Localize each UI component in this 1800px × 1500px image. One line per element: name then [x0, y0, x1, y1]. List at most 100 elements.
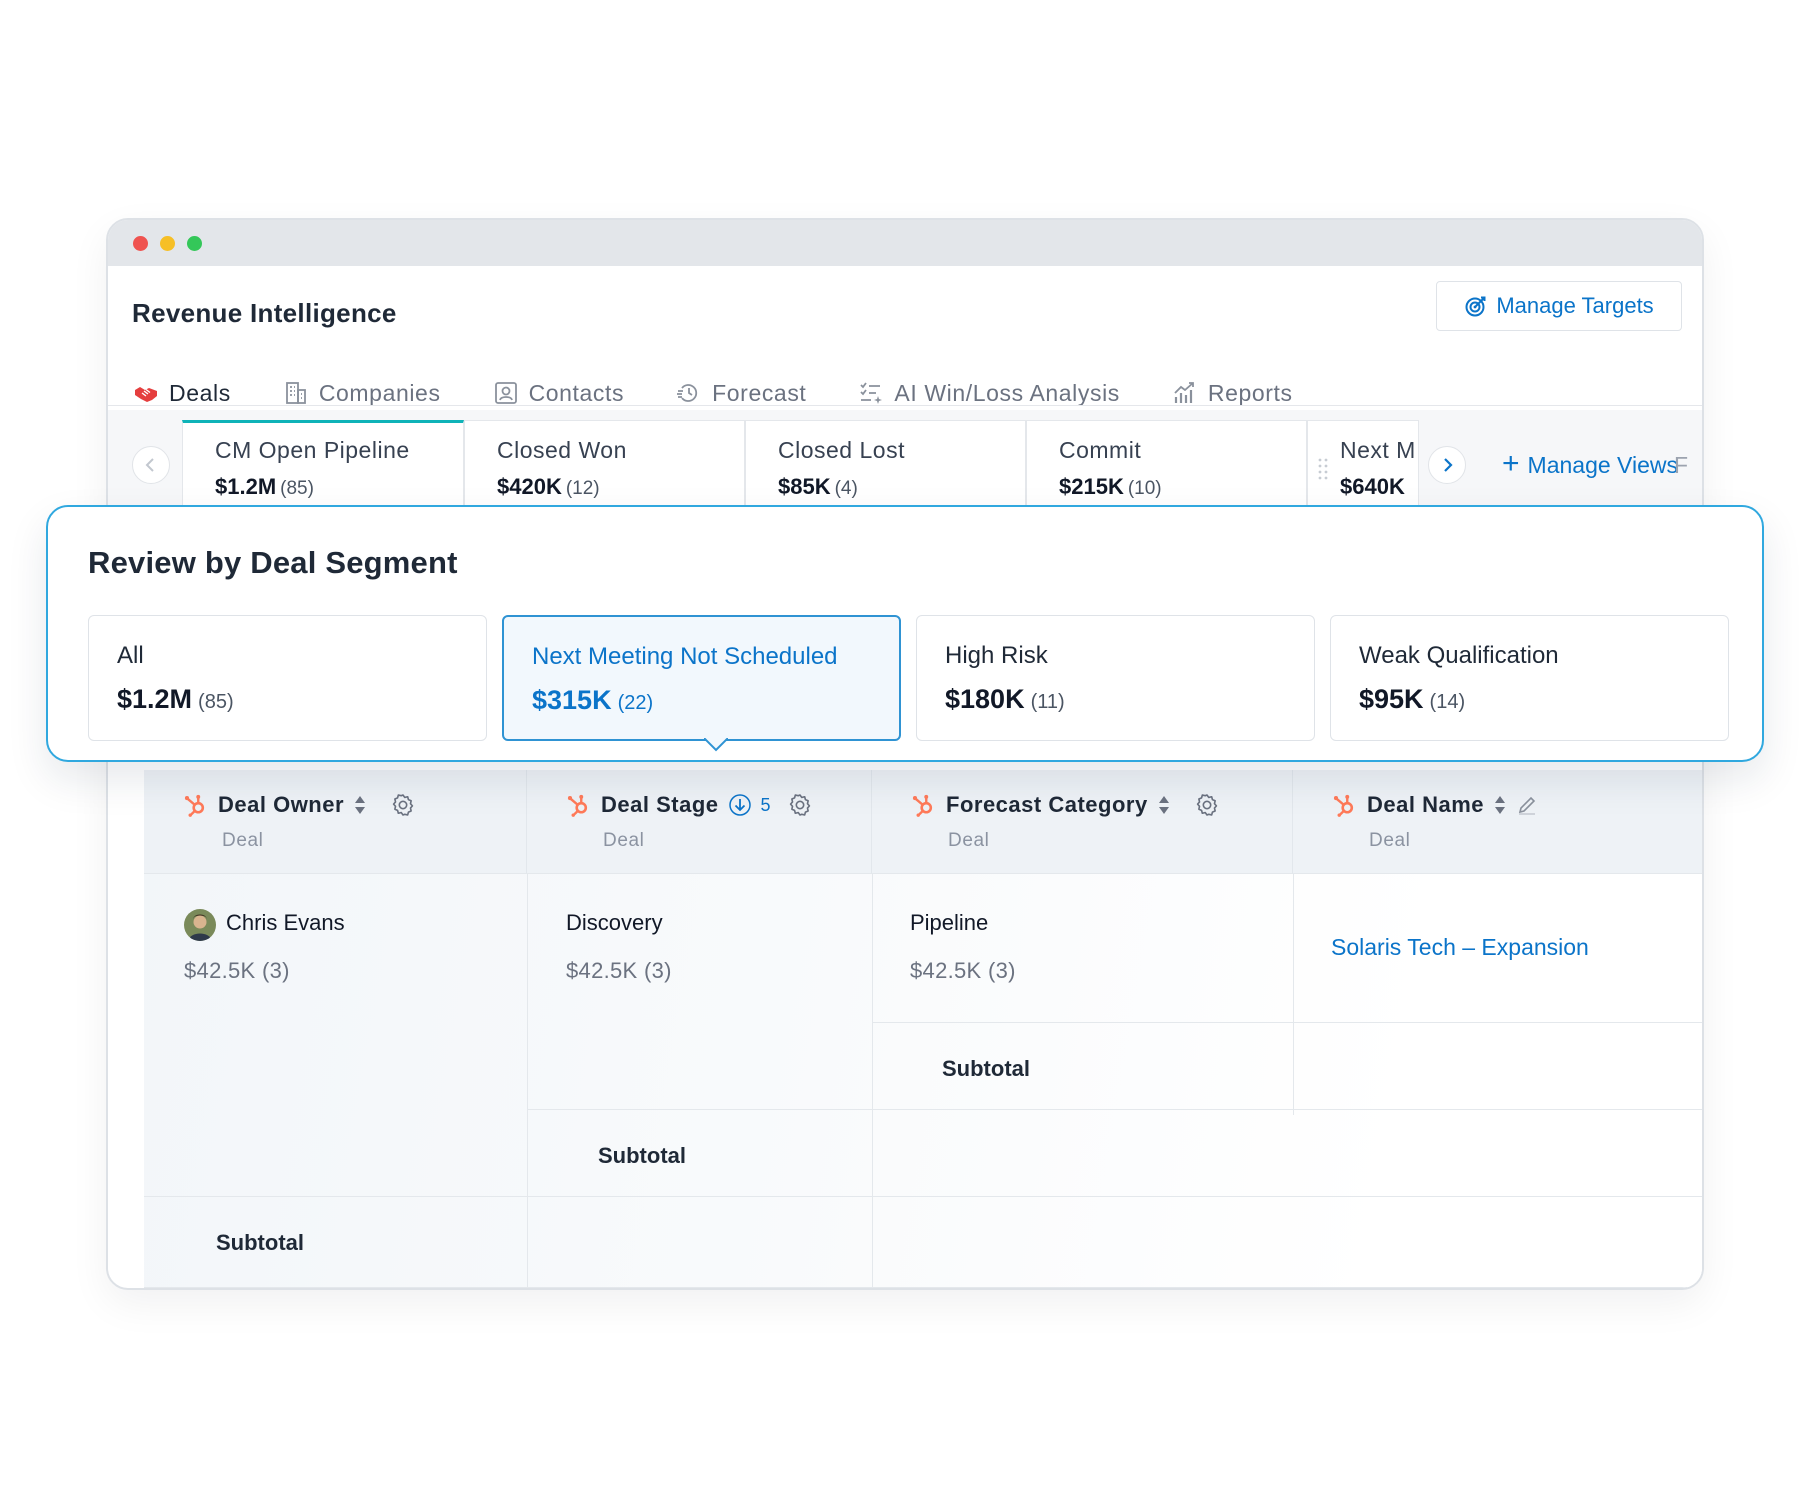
- column-divider: [527, 874, 528, 1288]
- gear-icon[interactable]: [787, 792, 813, 818]
- view-name: Closed Lost: [778, 437, 905, 463]
- segment-count: (11): [1030, 691, 1065, 713]
- view-count: (12): [565, 478, 600, 499]
- column-subtitle: Deal: [603, 830, 645, 851]
- tab-label: AI Win/Loss Analysis: [894, 379, 1120, 406]
- view-name: CM Open Pipeline: [215, 437, 410, 463]
- minimize-window-icon[interactable]: [160, 236, 175, 251]
- segment-name: Weak Qualification: [1359, 642, 1559, 669]
- views-prev-button[interactable]: [132, 446, 170, 484]
- view-count: (4): [834, 478, 858, 499]
- sort-descending-icon[interactable]: [728, 793, 751, 817]
- hubspot-icon: [182, 792, 208, 818]
- hubspot-icon: [565, 792, 591, 818]
- segment-panel-title: Review by Deal Segment: [88, 545, 458, 580]
- column-title: Deal Stage: [601, 792, 719, 817]
- subtotal-label: Subtotal: [942, 1056, 1030, 1081]
- deal-name-link[interactable]: Solaris Tech – Expansion: [1331, 934, 1589, 961]
- column-subtitle: Deal: [222, 830, 264, 851]
- row-divider: [527, 1109, 1702, 1110]
- page-title: Revenue Intelligence: [132, 298, 397, 328]
- avatar: [184, 909, 216, 941]
- view-value: $85K: [778, 474, 831, 499]
- chevron-left-icon: [145, 458, 154, 472]
- segment-count: (85): [198, 691, 234, 713]
- view-value: $215K: [1059, 474, 1124, 499]
- overflow-truncated-text: F: [1674, 452, 1689, 478]
- ai-list-icon: [860, 382, 883, 404]
- column-title: Deal Owner: [218, 792, 345, 817]
- segment-count: (14): [1429, 691, 1466, 713]
- sort-priority-badge: 5: [760, 794, 771, 815]
- segment-card-next-meeting-not-scheduled[interactable]: Next Meeting Not Scheduled $315K (22): [502, 615, 901, 752]
- view-name: Closed Won: [497, 437, 627, 463]
- drag-handle-icon[interactable]: [1317, 456, 1329, 480]
- segment-value: $95K: [1359, 684, 1424, 714]
- segment-card-all[interactable]: All $1.2M (85): [88, 615, 487, 741]
- segment-name: All: [117, 642, 144, 669]
- sort-icon[interactable]: [1158, 795, 1170, 815]
- column-header-forecast-category[interactable]: Forecast Category Deal: [872, 770, 1293, 874]
- segment-card-high-risk[interactable]: High Risk $180K (11): [916, 615, 1315, 741]
- view-name: Commit: [1059, 437, 1142, 463]
- manage-views-button[interactable]: + Manage Views: [1502, 447, 1678, 480]
- chevron-right-icon: [1444, 458, 1453, 472]
- column-header-deal-owner[interactable]: Deal Owner Deal: [144, 770, 527, 874]
- column-divider: [872, 874, 873, 1288]
- row-divider: [872, 1022, 1702, 1023]
- view-value: $420K: [497, 474, 562, 499]
- target-icon: [1465, 296, 1486, 317]
- segment-card-weak-qualification[interactable]: Weak Qualification $95K (14): [1330, 615, 1729, 741]
- tabs-divider: [108, 405, 1702, 406]
- hubspot-icon: [910, 792, 936, 818]
- column-title: Deal Name: [1367, 792, 1485, 817]
- view-value: $1.2M: [215, 474, 277, 499]
- column-header-deal-stage[interactable]: Deal Stage 5 Deal: [527, 770, 872, 874]
- subtotal-label: Subtotal: [598, 1143, 686, 1168]
- hubspot-icon: [1331, 792, 1357, 818]
- forecast-category-name[interactable]: Pipeline: [910, 910, 988, 936]
- deal-stage-summary: $42.5K (3): [566, 958, 672, 983]
- deal-owner-summary: $42.5K (3): [184, 958, 290, 983]
- manage-targets-label: Manage Targets: [1496, 293, 1654, 318]
- plus-icon: +: [1502, 447, 1520, 480]
- forecast-history-icon: [677, 384, 698, 402]
- row-divider: [144, 1196, 1702, 1197]
- sort-icon[interactable]: [1494, 795, 1506, 815]
- close-window-icon[interactable]: [133, 236, 148, 251]
- segment-name: High Risk: [945, 642, 1048, 669]
- tab-label: Reports: [1207, 379, 1293, 406]
- tab-label: Companies: [318, 379, 441, 406]
- segment-count: (22): [617, 692, 654, 714]
- pivot-table: Deal Owner Deal Deal Stage 5 Deal Foreca…: [144, 770, 1702, 1288]
- view-value: $640K: [1340, 474, 1405, 499]
- tab-label: Deals: [169, 379, 231, 406]
- view-name: Next M: [1340, 437, 1416, 463]
- tab-label: Contacts: [528, 379, 625, 406]
- view-count: (10): [1127, 478, 1162, 499]
- column-divider: [1293, 874, 1294, 1115]
- manage-views-label: Manage Views: [1527, 452, 1678, 478]
- row-divider: [144, 1287, 1702, 1288]
- deal-owner-name[interactable]: Chris Evans: [226, 910, 345, 936]
- maximize-window-icon[interactable]: [187, 236, 202, 251]
- chart-growth-icon: [1174, 382, 1194, 403]
- segment-value: $180K: [945, 684, 1025, 714]
- gear-icon[interactable]: [390, 792, 416, 818]
- sort-icon[interactable]: [354, 795, 366, 815]
- forecast-category-summary: $42.5K (3): [910, 958, 1016, 983]
- manage-targets-button[interactable]: Manage Targets: [1436, 281, 1682, 331]
- pencil-edit-icon[interactable]: [1516, 794, 1538, 816]
- deal-stage-name[interactable]: Discovery: [566, 910, 663, 936]
- deal-segment-panel: Review by Deal Segment All $1.2M (85) Nex…: [46, 505, 1764, 762]
- views-next-button[interactable]: [1428, 446, 1466, 484]
- subtotal-label: Subtotal: [216, 1230, 304, 1255]
- column-title: Forecast Category: [946, 792, 1148, 817]
- handshake-icon: [135, 387, 157, 402]
- tab-label: Forecast: [712, 379, 807, 406]
- segment-value: $315K: [532, 685, 612, 715]
- gear-icon[interactable]: [1194, 792, 1220, 818]
- segment-name: Next Meeting Not Scheduled: [532, 643, 838, 670]
- column-header-deal-name[interactable]: Deal Name Deal: [1293, 770, 1702, 874]
- view-count: (85): [280, 478, 314, 499]
